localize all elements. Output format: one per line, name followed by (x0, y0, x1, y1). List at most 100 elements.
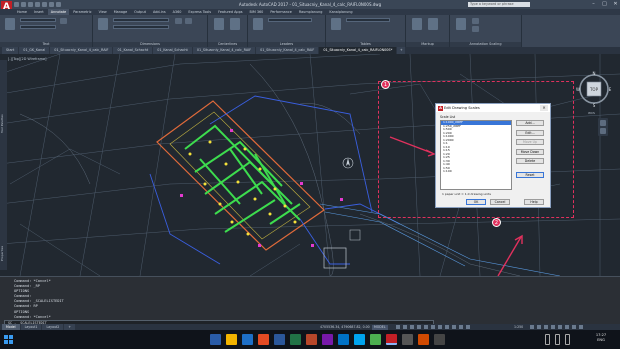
help-button[interactable]: Help (524, 199, 544, 205)
new-file-icon[interactable] (14, 2, 19, 7)
multiline-text-icon[interactable] (5, 18, 15, 30)
undo-icon[interactable] (49, 2, 54, 7)
document-tab[interactable]: 01_GK_Kanal (19, 47, 50, 54)
viewcube-east[interactable]: E (609, 87, 612, 92)
osnap-icon[interactable] (424, 325, 428, 329)
add-current-scale-icon[interactable] (456, 18, 466, 30)
cancel-button[interactable]: Cancel (490, 199, 510, 205)
viewcube-north[interactable]: N (593, 71, 596, 76)
continue-dimension-icon[interactable] (185, 18, 192, 24)
edit-button[interactable]: Edit... (516, 129, 544, 136)
workspace-gear-icon[interactable] (530, 325, 534, 329)
leader-style-combo[interactable] (268, 18, 312, 22)
open-file-icon[interactable] (21, 2, 26, 7)
save-as-icon[interactable] (35, 2, 40, 7)
network-icon[interactable] (545, 334, 550, 345)
ok-button[interactable]: OK (466, 199, 486, 205)
windows-start-icon[interactable] (3, 334, 14, 345)
units-icon[interactable] (544, 325, 548, 329)
document-tab[interactable]: 01_Situacniy_Kanal_4_calc_RAIF (192, 47, 256, 54)
system-clock[interactable]: 17:27 ENG (586, 333, 616, 343)
dim-layer-combo[interactable] (113, 25, 169, 29)
quick-dimension-icon[interactable] (175, 18, 182, 24)
selection-cycling-icon[interactable] (452, 325, 456, 329)
ortho-icon[interactable] (410, 325, 414, 329)
viewcube-west[interactable]: W (576, 87, 580, 92)
maximize-icon[interactable]: □ (601, 1, 608, 7)
document-tab[interactable]: 01_Kanal_Schacht (153, 47, 192, 54)
redo-icon[interactable] (56, 2, 61, 7)
tool-palette-strip[interactable]: Tool Palettes Properties (0, 60, 7, 270)
dimension-icon[interactable] (98, 18, 108, 30)
save-icon[interactable] (28, 2, 33, 7)
document-tab[interactable]: 01_Kanal_Schacht (113, 47, 153, 54)
snap-icon[interactable] (403, 325, 407, 329)
task-view-icon[interactable] (210, 334, 221, 345)
add-button[interactable]: Add... (516, 120, 544, 126)
file-explorer-icon[interactable] (226, 334, 237, 345)
move-down-button[interactable]: Move Down (516, 148, 544, 155)
sync-scale-positions-icon[interactable] (472, 26, 479, 32)
document-tab[interactable]: 01_Situacniy_Kanal_4_calc_RAIFL0N00S* (319, 47, 397, 54)
document-tab[interactable]: Start (2, 47, 19, 54)
edge-browser-icon[interactable] (242, 334, 253, 345)
clean-screen-icon[interactable] (572, 325, 576, 329)
model-space-button[interactable]: MODEL (372, 324, 388, 330)
acrobat-icon[interactable] (418, 334, 429, 345)
hardware-acceleration-icon[interactable] (565, 325, 569, 329)
scale-list-item[interactable]: 1:100 (441, 169, 511, 174)
volume-icon[interactable] (555, 334, 560, 345)
palette-tab-tool-palettes[interactable]: Tool Palettes (0, 104, 7, 144)
search-input[interactable]: Type a keyword or phrase (468, 2, 530, 7)
zoom-icon[interactable] (600, 128, 606, 134)
annotation-visibility-icon[interactable] (459, 325, 463, 329)
customization-icon[interactable] (579, 325, 583, 329)
minimize-icon[interactable]: – (590, 1, 597, 7)
polar-icon[interactable] (417, 325, 421, 329)
table-icon[interactable] (331, 18, 341, 30)
notification-icon[interactable] (565, 334, 570, 345)
document-tab[interactable]: 01_Situacniy_Kanal_4_calc_RAIF (50, 47, 113, 54)
viewcube[interactable]: TOP N S E W (576, 70, 612, 108)
lineweight-icon[interactable] (438, 325, 442, 329)
document-tab[interactable]: 01_Situacniy_Kanal_4_calc_RAIF (256, 47, 319, 54)
app-icon[interactable] (370, 334, 381, 345)
markup-insert-icon[interactable] (428, 18, 438, 30)
close-icon[interactable]: ✕ (612, 1, 619, 7)
settings-app-icon[interactable] (402, 334, 413, 345)
viewport-label[interactable]: [-][Top][2D Wireframe] (8, 57, 46, 61)
table-style-combo[interactable] (346, 18, 390, 22)
outlook-icon[interactable] (338, 334, 349, 345)
pan-icon[interactable] (600, 120, 606, 126)
quick-properties-icon[interactable] (551, 325, 555, 329)
isolate-objects-icon[interactable] (558, 325, 562, 329)
reset-button[interactable]: Reset (516, 171, 544, 178)
annotation-autoscale-icon[interactable] (466, 325, 470, 329)
centerline-icon[interactable] (230, 18, 240, 30)
move-up-button[interactable]: Move Up (516, 139, 544, 145)
palette-tab-properties[interactable]: Properties (0, 240, 7, 266)
center-mark-icon[interactable] (214, 18, 224, 30)
firefox-icon[interactable] (258, 334, 269, 345)
snipping-tool-icon[interactable] (434, 334, 445, 345)
skype-icon[interactable] (354, 334, 365, 345)
word-icon[interactable] (274, 334, 285, 345)
markup-import-icon[interactable] (412, 18, 422, 30)
text-height-combo[interactable] (20, 25, 56, 29)
wcs-menu[interactable]: WCS (588, 111, 595, 115)
powerpoint-icon[interactable] (306, 334, 317, 345)
scale-list[interactable]: 1:1000_XREF 1:250_XREF 1:500 1:200 1:1000 1:2… (440, 120, 512, 190)
excel-icon[interactable] (290, 334, 301, 345)
dialog-close-button[interactable]: ✕ (540, 105, 548, 111)
grid-icon[interactable] (396, 325, 400, 329)
multileader-icon[interactable] (253, 18, 263, 30)
otrack-icon[interactable] (431, 325, 435, 329)
autocad-taskbar-icon[interactable] (386, 334, 397, 345)
dim-style-combo[interactable] (113, 18, 169, 22)
text-style-combo[interactable] (20, 18, 56, 22)
check-spelling-icon[interactable] (60, 18, 67, 24)
delete-button[interactable]: Delete (516, 158, 544, 164)
annotation-monitor-icon[interactable] (537, 325, 541, 329)
plot-icon[interactable] (42, 2, 47, 7)
new-tab-button[interactable]: + (397, 47, 406, 54)
